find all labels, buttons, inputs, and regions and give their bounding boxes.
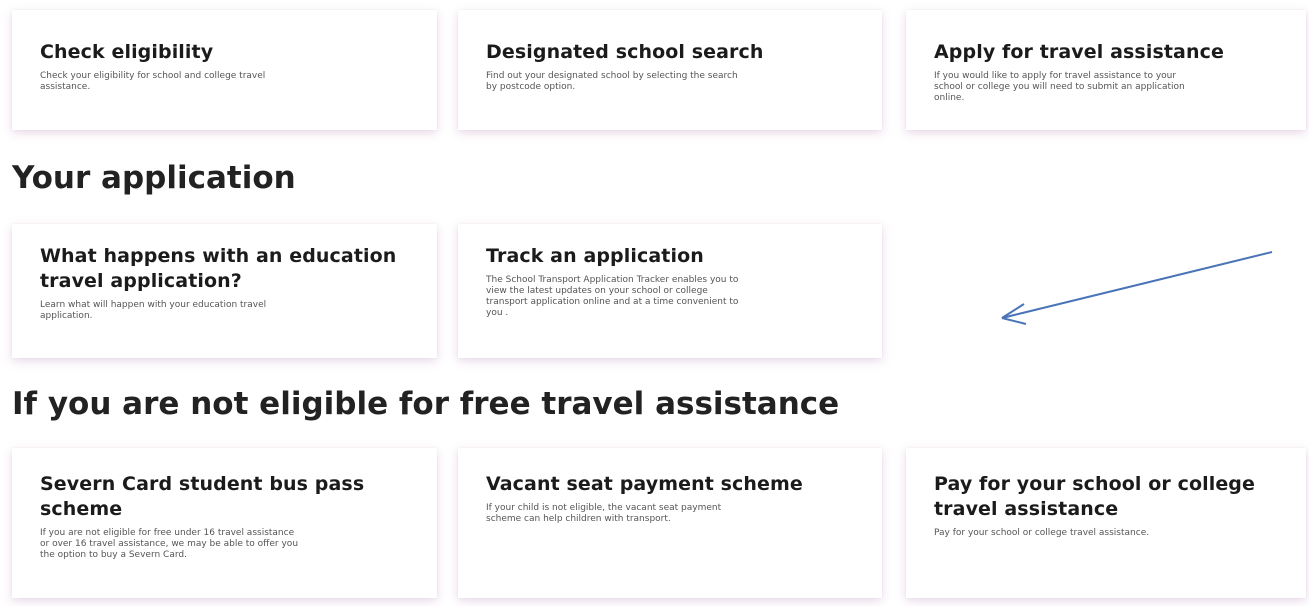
card-title: Pay for your school or college travel as…	[934, 473, 1255, 520]
card-check-eligibility[interactable]: Check eligibility Check your eligibility…	[12, 10, 437, 130]
card-description: If your child is not eligible, the vacan…	[486, 503, 722, 524]
card-description: If you are not eligible for free under 1…	[40, 528, 299, 560]
card-severn-card-scheme[interactable]: Severn Card student bus pass scheme If y…	[12, 448, 437, 598]
card-title: Check eligibility	[40, 41, 214, 63]
card-title: Apply for travel assistance	[934, 41, 1224, 63]
card-designated-school-search[interactable]: Designated school search Find out your d…	[458, 10, 882, 130]
section-heading-not-eligible: If you are not eligible for free travel …	[12, 386, 840, 422]
card-pay-for-travel-assistance[interactable]: Pay for your school or college travel as…	[906, 448, 1306, 598]
card-what-happens-application[interactable]: What happens with an education travel ap…	[12, 224, 437, 358]
card-description: Learn what will happen with your educati…	[40, 300, 267, 321]
card-title: Severn Card student bus pass scheme	[40, 473, 365, 520]
card-description: Find out your designated school by selec…	[486, 71, 738, 92]
card-vacant-seat-payment-scheme[interactable]: Vacant seat payment scheme If your child…	[458, 448, 882, 598]
card-description: Pay for your school or college travel as…	[934, 528, 1150, 538]
card-description: The School Transport Application Tracker…	[486, 275, 739, 318]
card-description: If you would like to apply for travel as…	[934, 71, 1185, 103]
section-heading-your-application: Your application	[12, 160, 296, 196]
card-track-an-application[interactable]: Track an application The School Transpor…	[458, 224, 882, 358]
card-title: Designated school search	[486, 41, 764, 63]
card-apply-for-travel-assistance[interactable]: Apply for travel assistance If you would…	[906, 10, 1306, 130]
card-title: Vacant seat payment scheme	[486, 473, 803, 495]
card-description: Check your eligibility for school and co…	[40, 71, 266, 92]
card-title: Track an application	[486, 245, 704, 267]
card-title: What happens with an education travel ap…	[40, 245, 397, 292]
